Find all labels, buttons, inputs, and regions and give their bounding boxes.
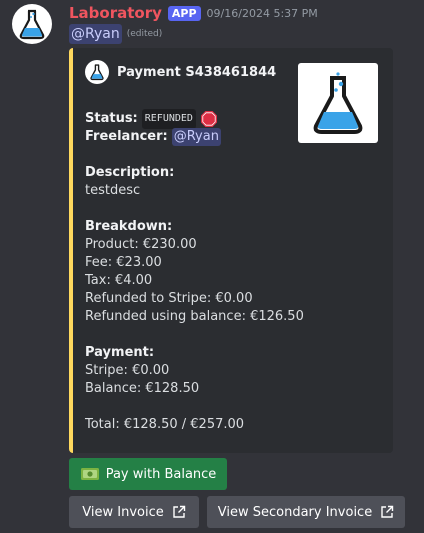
embed-title: Payment S438461844 [117, 64, 277, 80]
embed-author: Payment S438461844 [85, 60, 276, 84]
money-icon [80, 466, 100, 482]
external-link-icon [380, 505, 394, 519]
flask-icon [313, 72, 363, 134]
breakdown-product: Product: €230.00 [85, 237, 197, 252]
pay-with-balance-label: Pay with Balance [105, 466, 217, 482]
payment-stripe: Stripe: €0.00 [85, 363, 170, 378]
bot-avatar[interactable] [12, 4, 52, 44]
breakdown-refunded-stripe: Refunded to Stripe: €0.00 [85, 291, 253, 306]
user-mention[interactable]: @Ryan [69, 24, 122, 44]
payment-label: Payment: [85, 345, 155, 360]
flask-icon [19, 9, 45, 40]
payment-balance: Balance: €128.50 [85, 381, 200, 396]
message-header: Laboratory APP 09/16/2024 5:37 PM [69, 2, 318, 24]
edited-label: (edited) [126, 29, 163, 39]
breakdown-label: Breakdown: [85, 219, 173, 234]
breakdown-refunded-balance: Refunded using balance: €126.50 [85, 309, 304, 324]
stop-sign-icon [200, 110, 218, 128]
message-timestamp: 09/16/2024 5:37 PM [206, 6, 318, 20]
payment-total: Total: €128.50 / €257.00 [85, 417, 245, 432]
breakdown-tax: Tax: €4.00 [85, 273, 153, 288]
view-secondary-invoice-label: View Secondary Invoice [217, 504, 373, 520]
external-link-icon [172, 505, 186, 519]
message-content: @Ryan (edited) [69, 24, 162, 44]
view-secondary-invoice-button[interactable]: View Secondary Invoice [207, 496, 405, 528]
view-invoice-button[interactable]: View Invoice [69, 496, 199, 528]
status-value: REFUNDED [141, 109, 196, 129]
freelancer-mention[interactable]: @Ryan [171, 128, 221, 146]
app-badge: APP [167, 5, 201, 21]
status-label: Status: [85, 111, 138, 126]
view-invoice-label: View Invoice [82, 504, 164, 520]
author-username[interactable]: Laboratory [69, 4, 162, 22]
freelancer-line: Freelancer: @Ryan [85, 128, 295, 146]
payment-embed: Payment S438461844 Status: REFUNDED Free… [69, 48, 393, 453]
description-value: testdesc [85, 183, 141, 198]
breakdown-fee: Fee: €23.00 [85, 255, 162, 270]
embed-description: Status: REFUNDED Freelancer: @Ryan Descr… [85, 109, 304, 434]
description-label: Description: [85, 165, 175, 180]
status-line: Status: REFUNDED [85, 109, 295, 129]
flask-icon [90, 64, 104, 81]
pay-with-balance-button[interactable]: Pay with Balance [69, 458, 227, 490]
embed-thumbnail[interactable] [298, 63, 378, 143]
freelancer-label: Freelancer: [85, 129, 168, 144]
embed-author-icon [85, 60, 109, 84]
